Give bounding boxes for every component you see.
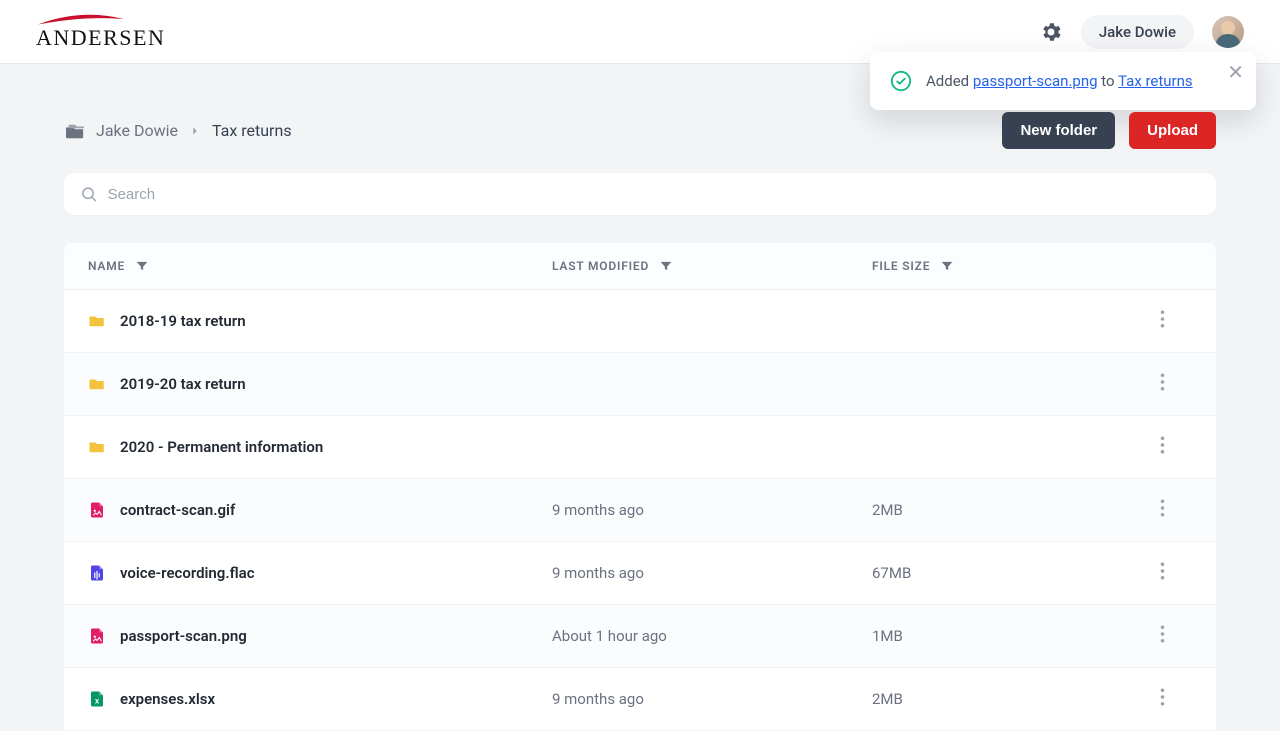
file-modified: 9 months ago xyxy=(552,690,872,708)
image-file-icon xyxy=(88,625,106,647)
breadcrumb: Jake Dowie Tax returns xyxy=(64,121,292,140)
file-size: 2MB xyxy=(872,501,1132,519)
row-menu-button[interactable] xyxy=(1160,373,1165,395)
upload-button[interactable]: Upload xyxy=(1129,112,1216,149)
file-name: 2018-19 tax return xyxy=(120,312,246,330)
row-menu-button[interactable] xyxy=(1160,436,1165,458)
search-icon xyxy=(80,185,98,203)
folder-icon xyxy=(88,310,106,332)
col-name: NAME xyxy=(88,259,125,273)
search-bar[interactable] xyxy=(64,173,1216,215)
table-row[interactable]: 2018-19 tax return xyxy=(64,290,1216,353)
audio-file-icon xyxy=(88,562,106,584)
filter-icon[interactable] xyxy=(940,259,954,273)
filter-icon[interactable] xyxy=(135,259,149,273)
table-header: NAME LAST MODIFIED FILE SIZE xyxy=(64,243,1216,290)
table-row[interactable]: voice-recording.flac 9 months ago67MB xyxy=(64,542,1216,605)
settings-icon[interactable] xyxy=(1039,20,1063,44)
user-name: Jake Dowie xyxy=(1099,23,1176,41)
breadcrumb-current: Tax returns xyxy=(212,121,292,140)
file-name: 2019-20 tax return xyxy=(120,375,246,393)
brand-name: ANDERSEN xyxy=(36,25,165,51)
avatar[interactable] xyxy=(1212,16,1244,48)
row-menu-button[interactable] xyxy=(1160,562,1165,584)
col-modified: LAST MODIFIED xyxy=(552,259,649,273)
file-size: 1MB xyxy=(872,627,1132,645)
file-size: 67MB xyxy=(872,564,1132,582)
row-menu-button[interactable] xyxy=(1160,688,1165,710)
table-row[interactable]: 2020 - Permanent information xyxy=(64,416,1216,479)
file-name: voice-recording.flac xyxy=(120,564,255,582)
file-name: contract-scan.gif xyxy=(120,501,235,519)
folder-icon xyxy=(88,436,106,458)
table-row[interactable]: contract-scan.gif 9 months ago2MB xyxy=(64,479,1216,542)
file-table: NAME LAST MODIFIED FILE SIZE 2018-19 tax… xyxy=(64,243,1216,731)
col-size: FILE SIZE xyxy=(872,259,930,273)
file-size: 2MB xyxy=(872,690,1132,708)
file-modified: 9 months ago xyxy=(552,564,872,582)
filter-icon[interactable] xyxy=(659,259,673,273)
search-input[interactable] xyxy=(108,186,1200,203)
file-name: passport-scan.png xyxy=(120,627,247,645)
new-folder-button[interactable]: New folder xyxy=(1002,112,1115,149)
file-name: 2020 - Permanent information xyxy=(120,438,323,456)
table-row[interactable]: passport-scan.png About 1 hour ago1MB xyxy=(64,605,1216,668)
sheet-file-icon: X xyxy=(88,688,106,710)
row-menu-button[interactable] xyxy=(1160,499,1165,521)
table-row[interactable]: 2019-20 tax return xyxy=(64,353,1216,416)
row-menu-button[interactable] xyxy=(1160,625,1165,647)
folder-icon xyxy=(88,373,106,395)
breadcrumb-root[interactable]: Jake Dowie xyxy=(96,121,178,140)
file-modified: 9 months ago xyxy=(552,501,872,519)
row-menu-button[interactable] xyxy=(1160,310,1165,332)
chevron-right-icon xyxy=(188,124,202,138)
user-menu[interactable]: Jake Dowie xyxy=(1081,15,1194,49)
svg-text:X: X xyxy=(95,698,100,706)
image-file-icon xyxy=(88,499,106,521)
file-modified: About 1 hour ago xyxy=(552,627,872,645)
file-name: expenses.xlsx xyxy=(120,690,215,708)
brand-logo[interactable]: ANDERSEN xyxy=(36,13,165,51)
folder-stack-icon xyxy=(64,122,86,140)
table-row[interactable]: Xexpenses.xlsx 9 months ago2MB xyxy=(64,668,1216,731)
